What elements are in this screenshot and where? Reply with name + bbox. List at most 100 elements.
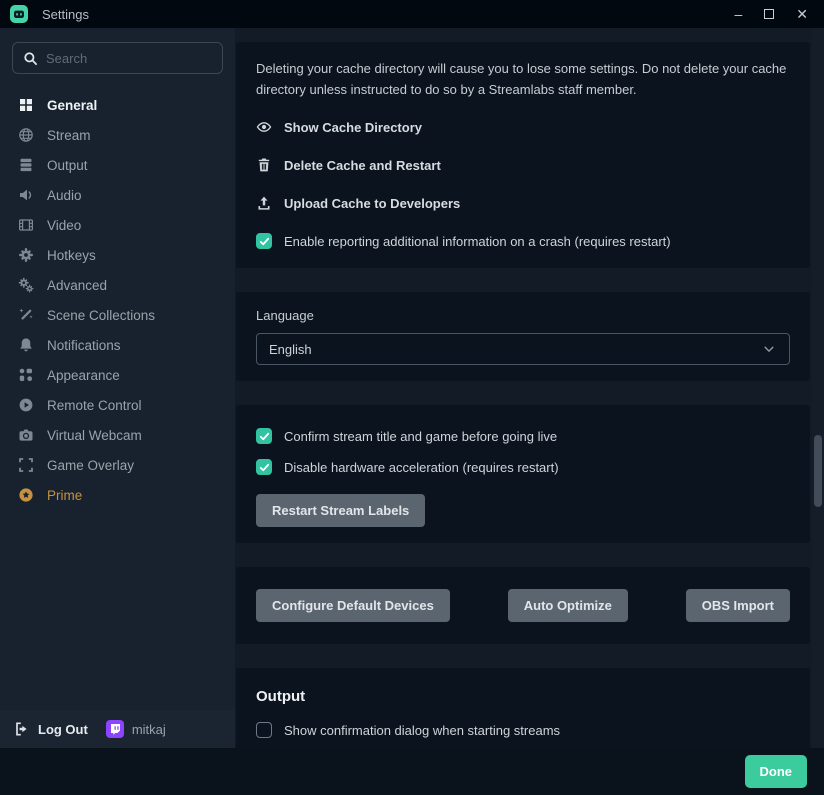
sidebar-item-label: Audio xyxy=(47,188,82,203)
globe-icon xyxy=(18,127,34,143)
upload-icon xyxy=(256,195,272,211)
sidebar-item-virtual-webcam[interactable]: Virtual Webcam xyxy=(0,420,235,450)
action-label: Show Cache Directory xyxy=(284,120,422,135)
tools-card: Configure Default Devices Auto Optimize … xyxy=(236,567,810,644)
sidebar-item-label: Output xyxy=(47,158,88,173)
sidebar-item-label: Video xyxy=(47,218,81,233)
username: mitkaj xyxy=(132,722,166,737)
sidebar-item-output[interactable]: Output xyxy=(0,150,235,180)
sidebar-item-audio[interactable]: Audio xyxy=(0,180,235,210)
output-section-heading: Output xyxy=(256,688,790,705)
sidebar-item-label: Appearance xyxy=(47,368,120,383)
twitch-icon xyxy=(106,720,124,738)
window-title: Settings xyxy=(42,7,89,22)
done-button[interactable]: Done xyxy=(745,755,808,788)
sidebar-item-stream[interactable]: Stream xyxy=(0,120,235,150)
camera-icon xyxy=(18,427,34,443)
sidebar-item-label: Scene Collections xyxy=(47,308,155,323)
gear-icon xyxy=(18,247,34,263)
disable-hw-accel-checkbox-row[interactable]: Disable hardware acceleration (requires … xyxy=(256,456,790,478)
settings-content: Deleting your cache directory will cause… xyxy=(236,28,824,748)
action-label: Delete Cache and Restart xyxy=(284,158,441,173)
sidebar-item-label: Game Overlay xyxy=(47,458,134,473)
speaker-icon xyxy=(18,187,34,203)
play-circle-icon xyxy=(18,397,34,413)
restart-stream-labels-button[interactable]: Restart Stream Labels xyxy=(256,494,425,527)
language-selected-value: English xyxy=(269,342,312,357)
sidebar-item-remote-control[interactable]: Remote Control xyxy=(0,390,235,420)
checkbox-checked-icon[interactable] xyxy=(256,459,272,475)
obs-import-button[interactable]: OBS Import xyxy=(686,589,790,622)
scrollbar-track[interactable] xyxy=(812,28,824,748)
wand-icon xyxy=(18,307,34,323)
sidebar-item-label: Prime xyxy=(47,488,82,503)
trash-icon xyxy=(256,157,272,173)
language-select[interactable]: English xyxy=(256,333,790,365)
minimize-icon[interactable]: – xyxy=(734,7,742,21)
corners-icon xyxy=(18,457,34,473)
sidebar-item-label: Stream xyxy=(47,128,91,143)
crash-report-checkbox-row[interactable]: Enable reporting additional information … xyxy=(256,230,790,252)
sidebar-item-game-overlay[interactable]: Game Overlay xyxy=(0,450,235,480)
checkbox-label: Confirm stream title and game before goi… xyxy=(284,429,557,444)
sidebar-item-label: Notifications xyxy=(47,338,121,353)
sidebar-item-label: Hotkeys xyxy=(47,248,96,263)
search-box[interactable] xyxy=(12,42,223,74)
tiles-icon xyxy=(18,367,34,383)
show-confirmation-checkbox-row[interactable]: Show confirmation dialog when starting s… xyxy=(256,719,790,741)
cache-card: Deleting your cache directory will cause… xyxy=(236,42,810,268)
sidebar-item-scene-collections[interactable]: Scene Collections xyxy=(0,300,235,330)
delete-cache-button[interactable]: Delete Cache and Restart xyxy=(256,154,790,176)
close-icon[interactable]: ✕ xyxy=(796,7,808,21)
chevron-down-icon xyxy=(761,341,777,357)
checkbox-label: Enable reporting additional information … xyxy=(284,234,671,249)
confirm-title-checkbox-row[interactable]: Confirm stream title and game before goi… xyxy=(256,425,790,447)
maximize-icon[interactable] xyxy=(764,9,774,19)
sidebar-menu: General Stream Output Audio Video Hotkey… xyxy=(0,84,235,510)
logged-in-user[interactable]: mitkaj xyxy=(106,720,166,738)
output-card: Output Show confirmation dialog when sta… xyxy=(236,668,810,748)
sidebar-item-label: General xyxy=(47,98,97,113)
logout-button[interactable]: Log Out xyxy=(14,721,88,737)
sidebar-item-appearance[interactable]: Appearance xyxy=(0,360,235,390)
settings-sidebar: General Stream Output Audio Video Hotkey… xyxy=(0,28,235,748)
sidebar-item-hotkeys[interactable]: Hotkeys xyxy=(0,240,235,270)
streamlabs-app-icon xyxy=(10,5,28,23)
checkbox-label: Disable hardware acceleration (requires … xyxy=(284,460,559,475)
eye-icon xyxy=(256,119,272,135)
sidebar-footer: Log Out mitkaj xyxy=(0,710,235,748)
action-label: Upload Cache to Developers xyxy=(284,196,460,211)
title-bar: Settings – ✕ xyxy=(0,0,824,28)
sidebar-item-label: Virtual Webcam xyxy=(47,428,142,443)
checkbox-checked-icon[interactable] xyxy=(256,233,272,249)
sidebar-item-notifications[interactable]: Notifications xyxy=(0,330,235,360)
cache-warning-text: Deleting your cache directory will cause… xyxy=(256,58,790,100)
search-input[interactable] xyxy=(46,51,212,66)
checkbox-unchecked-icon[interactable] xyxy=(256,722,272,738)
sidebar-item-prime[interactable]: Prime xyxy=(0,480,235,510)
gears-icon xyxy=(18,277,34,293)
upload-cache-button[interactable]: Upload Cache to Developers xyxy=(256,192,790,214)
checkbox-label: Show confirmation dialog when starting s… xyxy=(284,723,560,738)
sidebar-item-advanced[interactable]: Advanced xyxy=(0,270,235,300)
layers-icon xyxy=(18,157,34,173)
bell-icon xyxy=(18,337,34,353)
footer-bar: Done xyxy=(0,748,824,795)
auto-optimize-button[interactable]: Auto Optimize xyxy=(508,589,628,622)
sidebar-item-label: Advanced xyxy=(47,278,107,293)
show-cache-directory-button[interactable]: Show Cache Directory xyxy=(256,116,790,138)
search-icon xyxy=(23,51,38,66)
language-card: Language English xyxy=(236,292,810,381)
language-label: Language xyxy=(256,308,790,323)
film-icon xyxy=(18,217,34,233)
checkbox-checked-icon[interactable] xyxy=(256,428,272,444)
logout-label: Log Out xyxy=(38,722,88,737)
grid-icon xyxy=(18,97,34,113)
general-options-card: Confirm stream title and game before goi… xyxy=(236,405,810,543)
sidebar-item-label: Remote Control xyxy=(47,398,142,413)
prime-icon xyxy=(18,487,34,503)
sidebar-item-general[interactable]: General xyxy=(0,90,235,120)
sidebar-item-video[interactable]: Video xyxy=(0,210,235,240)
scrollbar-thumb[interactable] xyxy=(814,435,822,507)
configure-default-devices-button[interactable]: Configure Default Devices xyxy=(256,589,450,622)
